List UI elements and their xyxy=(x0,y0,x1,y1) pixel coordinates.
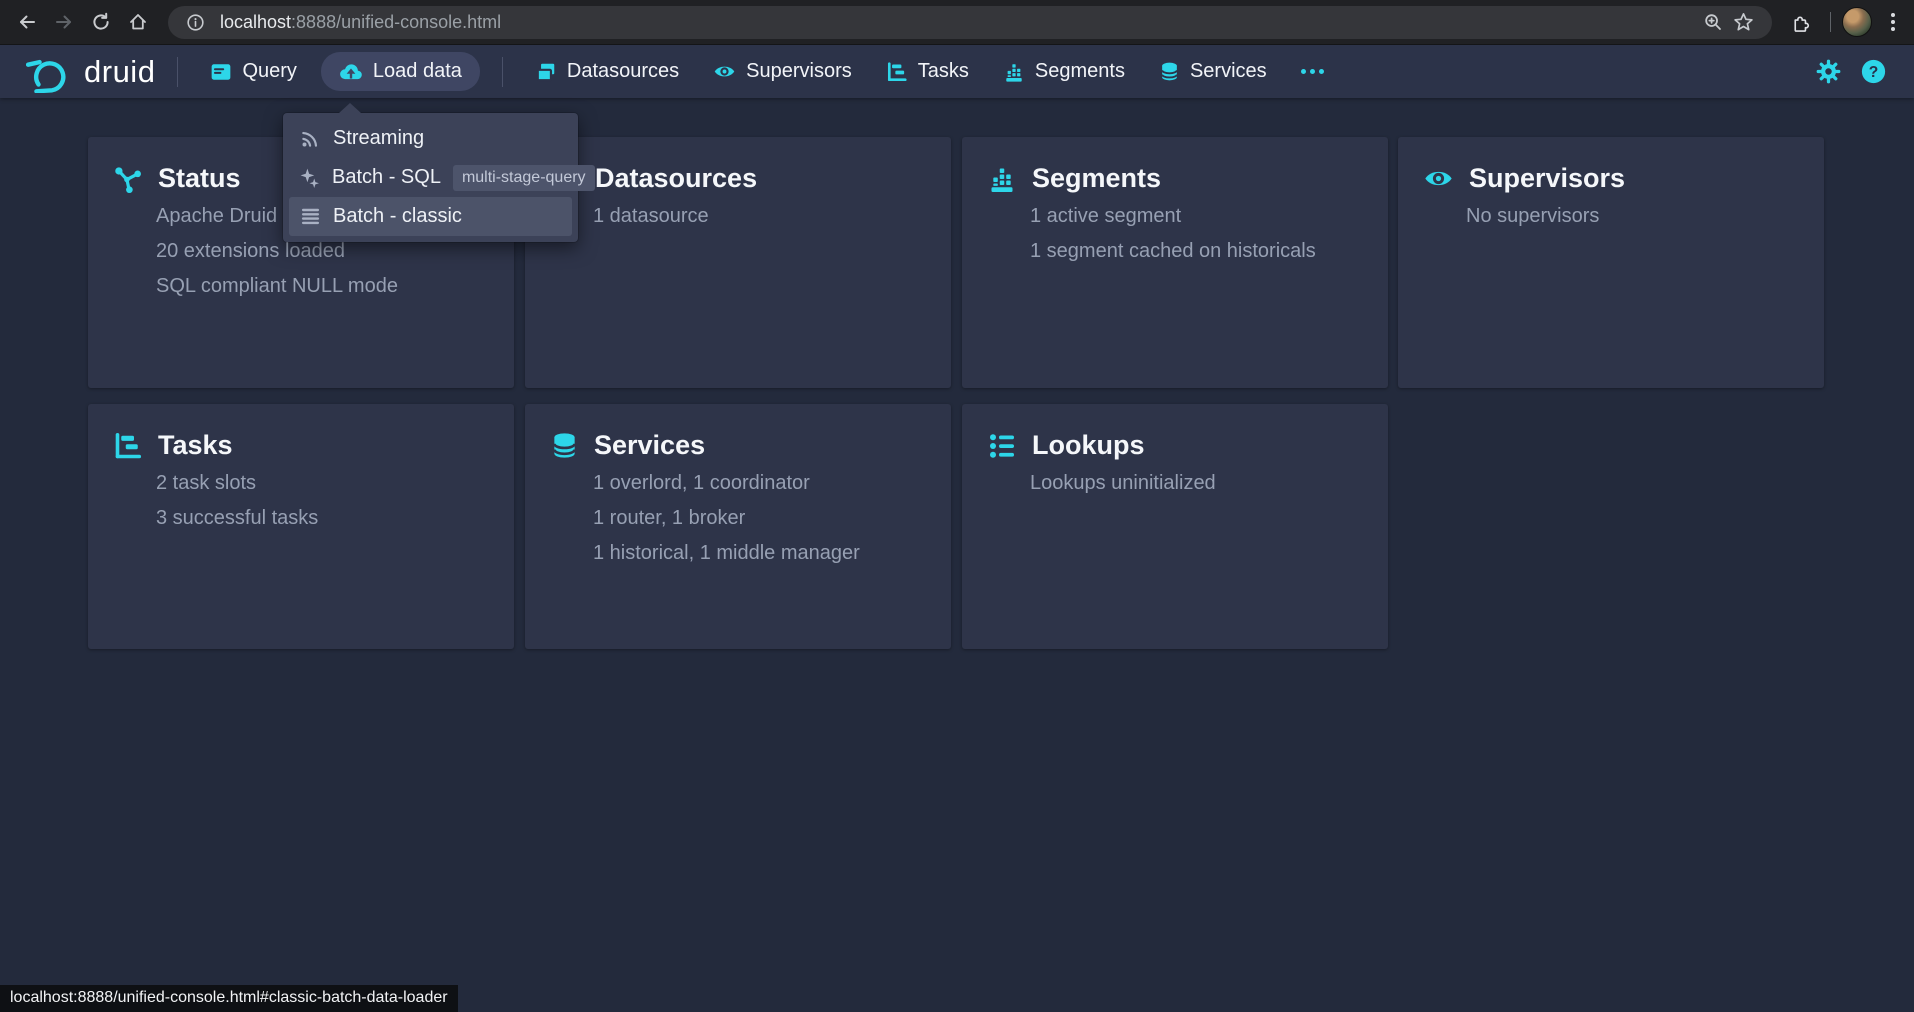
segments-icon xyxy=(1003,61,1025,83)
query-console-icon xyxy=(210,61,232,83)
card-title: Tasks xyxy=(158,430,233,461)
card-title: Segments xyxy=(1032,163,1161,194)
druid-navbar: druid Query Load data Datasources Superv… xyxy=(0,45,1914,98)
gear-icon xyxy=(1816,59,1841,84)
services-card[interactable]: Services 1 overlord, 1 coordinator 1 rou… xyxy=(525,404,951,649)
card-title: Supervisors xyxy=(1469,163,1625,194)
database-icon xyxy=(550,430,579,461)
url-text: localhost:8888/unified-console.html xyxy=(220,12,501,33)
card-title: Status xyxy=(158,163,241,194)
url-path: :8888/unified-console.html xyxy=(291,12,501,32)
tasks-card[interactable]: Tasks 2 task slots 3 successful tasks xyxy=(88,404,514,649)
help-button[interactable]: ? xyxy=(1861,59,1886,84)
nav-item-tasks[interactable]: Tasks xyxy=(876,52,979,91)
druid-brand[interactable]: druid xyxy=(26,51,155,93)
card-line: 1 overlord, 1 coordinator xyxy=(593,473,926,494)
menu-item-batch-classic[interactable]: Batch - classic xyxy=(289,197,572,236)
puzzle-icon xyxy=(1790,12,1811,33)
card-title: Datasources xyxy=(595,163,757,194)
brand-name: druid xyxy=(84,54,155,90)
nav-item-label: Supervisors xyxy=(746,60,852,83)
nav-item-label: Load data xyxy=(373,60,462,83)
zoom-button[interactable] xyxy=(1698,7,1728,37)
url-host: localhost xyxy=(220,12,291,32)
nav-item-query[interactable]: Query xyxy=(200,52,306,91)
nav-item-label: Segments xyxy=(1035,60,1125,83)
card-line: 20 extensions loaded xyxy=(156,241,489,262)
database-icon xyxy=(1159,60,1180,83)
card-line: 1 active segment xyxy=(1030,206,1363,227)
nav-divider xyxy=(177,57,178,87)
eye-icon xyxy=(1423,163,1454,194)
card-line: No supervisors xyxy=(1466,206,1799,227)
reload-icon xyxy=(91,12,111,32)
properties-icon xyxy=(987,431,1017,461)
extensions-button[interactable] xyxy=(1782,4,1819,41)
back-button[interactable] xyxy=(8,4,45,41)
nav-item-load-data[interactable]: Load data xyxy=(321,52,480,91)
forward-button[interactable] xyxy=(45,4,82,41)
chrome-menu-button[interactable] xyxy=(1878,13,1908,31)
forward-arrow-icon xyxy=(54,12,74,32)
multi-stage-query-tag: multi-stage-query xyxy=(453,165,595,191)
svg-text:?: ? xyxy=(1869,64,1879,81)
toolbar-separator xyxy=(1830,12,1831,32)
menu-item-label: Batch - SQL xyxy=(332,166,441,189)
site-info-icon[interactable] xyxy=(180,7,210,37)
graph-icon xyxy=(113,164,143,194)
card-title: Services xyxy=(594,430,705,461)
druid-logo-icon xyxy=(26,51,74,93)
nav-item-label: Datasources xyxy=(567,60,679,83)
card-title: Lookups xyxy=(1032,430,1145,461)
menu-item-label: Batch - classic xyxy=(333,205,462,228)
card-line: 1 router, 1 broker xyxy=(593,508,926,529)
menu-item-batch-sql[interactable]: Batch - SQL multi-stage-query xyxy=(289,158,572,197)
supervisors-card[interactable]: Supervisors No supervisors xyxy=(1398,137,1824,388)
home-button[interactable] xyxy=(119,4,156,41)
lookups-card[interactable]: Lookups Lookups uninitialized xyxy=(962,404,1388,649)
bookmark-star-button[interactable] xyxy=(1728,7,1758,37)
card-line: 2 task slots xyxy=(156,473,489,494)
card-line: 1 datasource xyxy=(593,206,926,227)
cloud-upload-icon xyxy=(339,61,363,83)
sparkles-icon xyxy=(299,167,320,188)
home-icon xyxy=(128,12,148,32)
card-line: 1 segment cached on historicals xyxy=(1030,241,1363,262)
nav-item-datasources[interactable]: Datasources xyxy=(525,52,689,91)
nav-divider xyxy=(502,57,503,87)
nav-item-label: Query xyxy=(242,60,296,83)
gantt-icon xyxy=(886,61,908,83)
card-line: 3 successful tasks xyxy=(156,508,489,529)
segments-card[interactable]: Segments 1 active segment 1 segment cach… xyxy=(962,137,1388,388)
nav-item-label: Tasks xyxy=(918,60,969,83)
help-icon: ? xyxy=(1861,59,1886,84)
card-line: Lookups uninitialized xyxy=(1030,473,1363,494)
nav-more-button[interactable] xyxy=(1293,59,1332,84)
profile-avatar[interactable] xyxy=(1842,7,1872,37)
nav-item-segments[interactable]: Segments xyxy=(993,52,1135,91)
feed-icon xyxy=(299,128,321,149)
menu-item-label: Streaming xyxy=(333,127,424,150)
browser-toolbar: localhost:8888/unified-console.html xyxy=(0,0,1914,45)
load-data-menu: Streaming Batch - SQL multi-stage-query … xyxy=(283,113,578,242)
settings-button[interactable] xyxy=(1816,59,1841,84)
back-arrow-icon xyxy=(17,12,37,32)
nav-item-supervisors[interactable]: Supervisors xyxy=(703,52,862,91)
gantt-icon xyxy=(113,431,143,461)
segments-icon xyxy=(987,164,1017,194)
menu-item-streaming[interactable]: Streaming xyxy=(289,119,572,158)
card-line: SQL compliant NULL mode xyxy=(156,276,489,297)
menu-lines-icon xyxy=(299,206,321,227)
card-line: 1 historical, 1 middle manager xyxy=(593,543,926,564)
nav-item-services[interactable]: Services xyxy=(1149,52,1277,91)
reload-button[interactable] xyxy=(82,4,119,41)
datasources-icon xyxy=(535,61,557,83)
eye-icon xyxy=(713,60,736,83)
address-bar[interactable]: localhost:8888/unified-console.html xyxy=(168,6,1772,39)
link-status-tooltip: localhost:8888/unified-console.html#clas… xyxy=(0,985,458,1012)
nav-item-label: Services xyxy=(1190,60,1267,83)
